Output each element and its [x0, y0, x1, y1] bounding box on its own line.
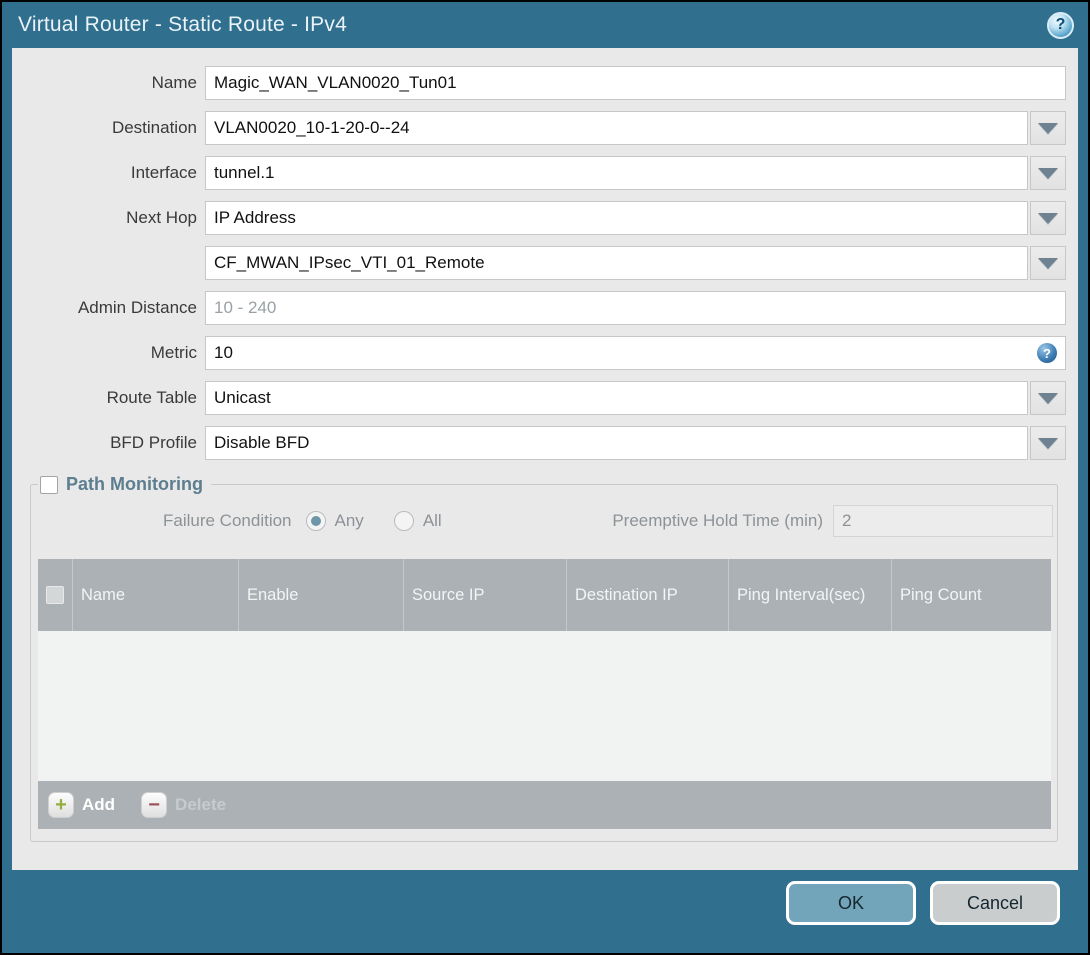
path-monitoring-section: Path Monitoring Failure Condition Any Al… — [30, 474, 1058, 842]
column-header-ping-interval: Ping Interval(sec) — [728, 559, 891, 631]
info-icon: ? — [1037, 343, 1057, 363]
table-body-empty — [38, 631, 1051, 781]
dialog-footer: OK Cancel — [2, 868, 1088, 953]
chevron-down-icon — [1038, 212, 1058, 224]
failure-condition-label: Failure Condition — [163, 511, 292, 530]
delete-button-label: Delete — [175, 795, 227, 814]
admin-distance-row: Admin Distance — [12, 291, 1066, 325]
failure-condition-all-label: All — [422, 511, 442, 530]
next-hop-row: Next Hop — [12, 201, 1066, 235]
route-table-dropdown-button[interactable] — [1030, 381, 1066, 415]
delete-button: − Delete — [141, 792, 226, 818]
chevron-down-icon — [1038, 437, 1058, 449]
chevron-down-icon — [1038, 257, 1058, 269]
route-table-input[interactable] — [205, 381, 1028, 415]
metric-input[interactable] — [205, 336, 1066, 370]
destination-label: Destination — [111, 118, 197, 137]
failure-condition-any-radio — [305, 511, 326, 531]
interface-label: Interface — [130, 163, 197, 182]
bfd-profile-dropdown-button[interactable] — [1030, 426, 1066, 460]
column-header-name: Name — [72, 559, 238, 631]
column-header-enable: Enable — [238, 559, 403, 631]
chevron-down-icon — [1038, 392, 1058, 404]
path-monitoring-legend: Path Monitoring — [38, 474, 211, 495]
form-panel: Name Destination Interface Next Hop — [12, 48, 1078, 870]
select-all-checkbox — [46, 586, 64, 604]
bfd-profile-input[interactable] — [205, 426, 1028, 460]
dialog-title: Virtual Router - Static Route - IPv4 — [18, 13, 347, 36]
failure-condition-row: Failure Condition Any All Preemptive Hol… — [38, 505, 1053, 537]
next-hop-address-dropdown-button[interactable] — [1030, 246, 1066, 280]
path-monitoring-table: Name Enable Source IP Destination IP Pin… — [38, 559, 1051, 829]
path-monitoring-title: Path Monitoring — [66, 474, 203, 494]
select-all-cell — [38, 559, 72, 631]
add-plus-icon: + — [48, 792, 74, 818]
name-row: Name — [12, 66, 1066, 100]
route-table-label: Route Table — [106, 388, 197, 407]
route-table-row: Route Table — [12, 381, 1066, 415]
path-monitoring-checkbox[interactable] — [40, 475, 58, 494]
column-header-ping-count: Ping Count — [891, 559, 1051, 631]
destination-input[interactable] — [205, 111, 1028, 145]
admin-distance-label: Admin Distance — [77, 298, 197, 317]
column-header-destination-ip: Destination IP — [566, 559, 728, 631]
name-input[interactable] — [205, 66, 1066, 100]
title-bar: Virtual Router - Static Route - IPv4 ? — [2, 2, 1088, 48]
table-footer-bar: + Add − Delete — [38, 781, 1051, 829]
bfd-profile-label: BFD Profile — [110, 433, 197, 452]
interface-row: Interface — [12, 156, 1066, 190]
metric-row: Metric ? — [12, 336, 1066, 370]
interface-dropdown-button[interactable] — [1030, 156, 1066, 190]
ok-button[interactable]: OK — [786, 881, 916, 925]
failure-condition-any-label: Any — [334, 511, 364, 530]
metric-label: Metric — [150, 343, 197, 362]
bfd-profile-row: BFD Profile — [12, 426, 1066, 460]
next-hop-address-row — [12, 246, 1066, 280]
next-hop-address-input[interactable] — [205, 246, 1028, 280]
table-header-row: Name Enable Source IP Destination IP Pin… — [38, 559, 1051, 631]
destination-row: Destination — [12, 111, 1066, 145]
admin-distance-input[interactable] — [205, 291, 1066, 325]
preemptive-hold-time-input — [833, 505, 1053, 537]
column-header-source-ip: Source IP — [403, 559, 566, 631]
name-label: Name — [151, 73, 197, 92]
delete-minus-icon: − — [141, 792, 168, 818]
next-hop-type-dropdown-button[interactable] — [1030, 201, 1066, 235]
chevron-down-icon — [1038, 122, 1058, 134]
failure-condition-all-radio — [393, 511, 414, 531]
preemptive-hold-time-label: Preemptive Hold Time (min) — [612, 511, 823, 530]
next-hop-label: Next Hop — [126, 208, 197, 227]
destination-dropdown-button[interactable] — [1030, 111, 1066, 145]
static-route-dialog: Virtual Router - Static Route - IPv4 ? N… — [0, 0, 1090, 955]
chevron-down-icon — [1038, 167, 1058, 179]
interface-input[interactable] — [205, 156, 1028, 190]
add-button-label: Add — [82, 795, 116, 814]
cancel-button[interactable]: Cancel — [930, 881, 1060, 925]
next-hop-type-input[interactable] — [205, 201, 1028, 235]
help-icon[interactable]: ? — [1047, 11, 1074, 39]
add-button[interactable]: + Add — [48, 792, 115, 818]
